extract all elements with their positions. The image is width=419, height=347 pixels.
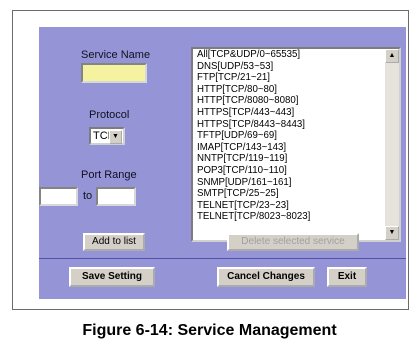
add-to-list-button[interactable]: Add to list <box>83 233 145 251</box>
figure-frame: Service Name Protocol TCP ▼ Port Range t… <box>12 10 409 310</box>
service-list-item[interactable]: TFTP[UDP/69~69] <box>197 130 399 142</box>
service-management-panel: Service Name Protocol TCP ▼ Port Range t… <box>39 27 406 299</box>
save-setting-button[interactable]: Save Setting <box>69 267 155 287</box>
service-list-item[interactable]: HTTP[TCP/80~80] <box>197 84 399 96</box>
service-name-label: Service Name <box>81 49 151 61</box>
service-list-item[interactable]: All[TCP&UDP/0~65535] <box>197 49 399 61</box>
port-from-input[interactable] <box>39 187 78 206</box>
port-range-label: Port Range <box>81 169 137 181</box>
service-list-item[interactable]: FTP[TCP/21~21] <box>197 72 399 84</box>
service-list-item[interactable]: TELNET[TCP/8023~8023] <box>197 211 399 223</box>
chevron-down-icon[interactable]: ▼ <box>109 130 122 144</box>
service-list-item[interactable]: POP3[TCP/110~110] <box>197 165 399 177</box>
exit-button[interactable]: Exit <box>327 267 367 287</box>
service-list-item[interactable]: SMTP[TCP/25~25] <box>197 188 399 200</box>
port-to-input[interactable] <box>96 187 136 206</box>
protocol-select[interactable]: TCP ▼ <box>89 127 125 145</box>
scroll-down-icon[interactable]: ▼ <box>385 226 399 240</box>
service-list-item[interactable]: HTTPS[TCP/443~443] <box>197 107 399 119</box>
figure-caption: Figure 6-14: Service Management <box>82 322 337 339</box>
protocol-label: Protocol <box>89 109 130 121</box>
scroll-up-icon[interactable]: ▲ <box>385 49 399 63</box>
service-list-item[interactable]: IMAP[TCP/143~143] <box>197 142 399 154</box>
service-list-item[interactable]: DNS[UDP/53~53] <box>197 61 399 73</box>
service-list-item[interactable]: SNMP[UDP/161~161] <box>197 177 399 189</box>
list-scrollbar[interactable]: ▲ ▼ <box>385 49 399 240</box>
service-list-item[interactable]: NNTP[TCP/119~119] <box>197 153 399 165</box>
delete-selected-service-button[interactable]: Delete selected service <box>227 233 359 251</box>
service-listbox[interactable]: All[TCP&UDP/0~65535] DNS[UDP/53~53] FTP[TC… <box>191 47 401 242</box>
service-list-item[interactable]: HTTPS[TCP/8443~8443] <box>197 119 399 131</box>
service-name-input[interactable] <box>81 63 147 83</box>
divider-line <box>39 258 406 259</box>
service-list-item[interactable]: TELNET[TCP/23~23] <box>197 200 399 212</box>
port-to-label: to <box>83 190 93 202</box>
service-list: All[TCP&UDP/0~65535] DNS[UDP/53~53] FTP[TC… <box>193 49 399 223</box>
service-list-item[interactable]: HTTP[TCP/8080~8080] <box>197 95 399 107</box>
cancel-changes-button[interactable]: Cancel Changes <box>217 267 315 287</box>
